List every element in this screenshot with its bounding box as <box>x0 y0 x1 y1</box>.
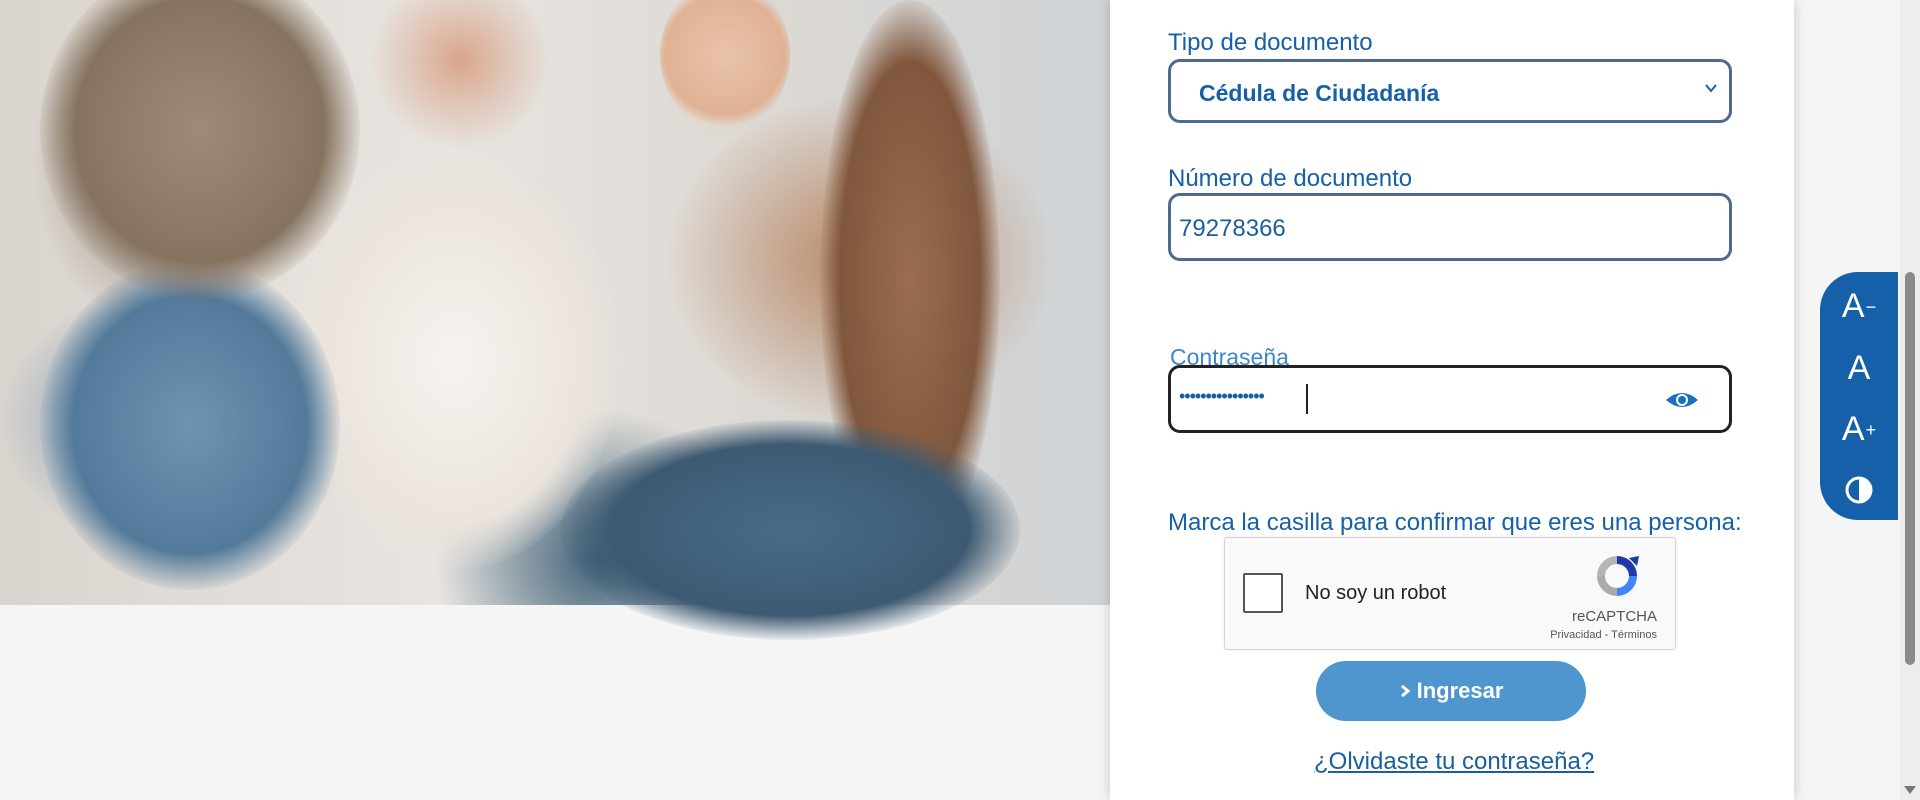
recaptcha-logo-icon <box>1597 556 1639 596</box>
recaptcha-label: No soy un robot <box>1305 582 1447 604</box>
decrease-font-letter: A <box>1841 287 1865 325</box>
accessibility-toolbar: A− A A+ <box>1820 272 1898 520</box>
submit-button[interactable]: Ingresar <box>1316 661 1586 721</box>
recaptcha-links: Privacidad - Términos <box>1550 629 1657 641</box>
hero-figure-jeans <box>40 260 340 590</box>
doc-type-select[interactable]: Cédula de Ciudadanía <box>1168 59 1732 123</box>
forgot-password-link[interactable]: ¿Olvidaste tu contraseña? <box>1314 748 1594 776</box>
hero-figure-jeans-2 <box>560 420 1020 640</box>
hero-family-photo <box>0 0 1110 640</box>
chevron-down-icon <box>1705 84 1717 93</box>
password-input[interactable]: •••••••••••••••• <box>1168 365 1732 433</box>
captcha-prompt: Marca la casilla para confirmar que eres… <box>1168 509 1742 536</box>
scrollbar-thumb[interactable] <box>1905 272 1915 665</box>
scroll-down-arrow-icon[interactable] <box>1904 786 1916 794</box>
recaptcha-terms-link[interactable]: Términos <box>1611 629 1657 641</box>
recaptcha-brand: reCAPTCHA <box>1571 608 1657 625</box>
recaptcha-widget: No soy un robot reCAPTCHA Privacidad - T… <box>1224 537 1676 650</box>
hero-figure-child <box>660 0 790 130</box>
doc-number-value: 79278366 <box>1179 215 1286 242</box>
decrease-font-symbol: − <box>1865 297 1877 317</box>
page-scrollbar[interactable] <box>1900 0 1920 800</box>
increase-font-letter: A <box>1841 410 1865 448</box>
text-caret <box>1306 384 1308 414</box>
contrast-icon <box>1845 476 1873 504</box>
recaptcha-separator: - <box>1601 629 1612 641</box>
increase-font-button[interactable]: A+ <box>1820 399 1898 459</box>
submit-label: Ingresar <box>1416 678 1504 703</box>
doc-type-label: Tipo de documento <box>1168 29 1373 56</box>
normal-font-button[interactable]: A <box>1820 338 1898 398</box>
chevron-right-icon <box>1400 684 1410 698</box>
password-value: •••••••••••••••• <box>1179 386 1265 406</box>
decrease-font-button[interactable]: A− <box>1820 276 1898 336</box>
doc-number-label: Número de documento <box>1168 165 1413 192</box>
contrast-button[interactable] <box>1820 459 1898 519</box>
normal-font-letter: A <box>1847 349 1871 387</box>
doc-type-value: Cédula de Ciudadanía <box>1199 80 1440 106</box>
login-panel: Tipo de documento Cédula de Ciudadanía N… <box>1110 0 1794 800</box>
increase-font-symbol: + <box>1865 420 1877 440</box>
recaptcha-checkbox[interactable] <box>1243 573 1283 613</box>
doc-number-input[interactable]: 79278366 <box>1168 193 1732 261</box>
recaptcha-privacy-link[interactable]: Privacidad <box>1550 629 1601 641</box>
eye-icon[interactable] <box>1665 390 1699 410</box>
